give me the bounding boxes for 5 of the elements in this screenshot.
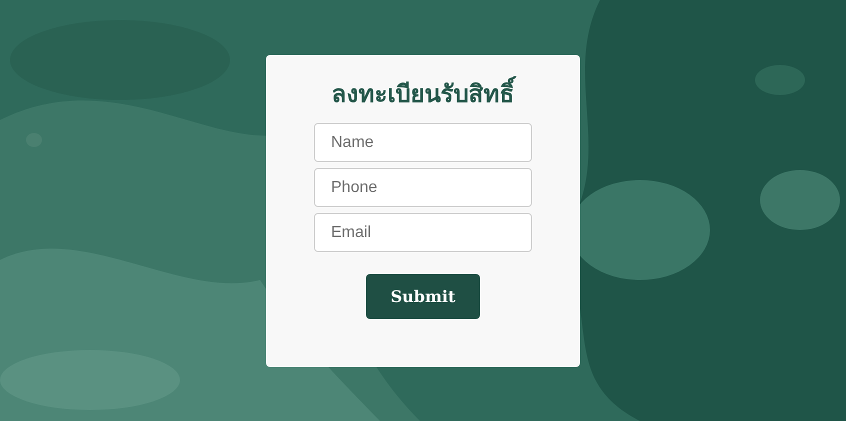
input-field[interactable]: Phone bbox=[314, 168, 532, 208]
submit-button[interactable]: Submit bbox=[366, 274, 480, 320]
input-field[interactable]: Email bbox=[314, 213, 532, 252]
form-title: ลงทะเบียนรับสิทธิ์ bbox=[330, 71, 516, 116]
input-field[interactable]: Name bbox=[314, 123, 532, 162]
